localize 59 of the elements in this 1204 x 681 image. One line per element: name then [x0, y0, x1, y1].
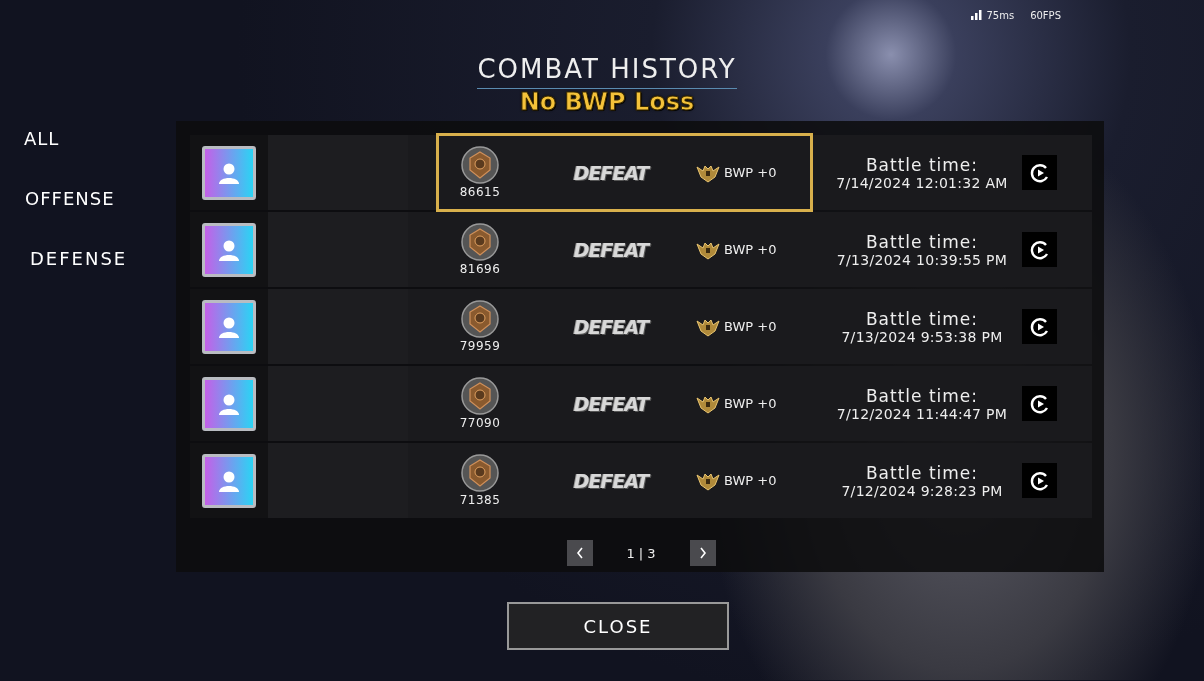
notice-text: No BWP Loss	[519, 87, 695, 117]
replay-icon[interactable]	[1028, 161, 1051, 184]
rank-badge-icon	[461, 377, 499, 415]
result-text: DEFEAT	[572, 161, 652, 184]
replay-icon[interactable]	[1028, 238, 1051, 261]
next-page-button[interactable]	[689, 540, 716, 566]
score-text: 86615	[459, 185, 501, 199]
chevron-left-icon[interactable]	[575, 547, 584, 559]
bwp-text: BWP +0	[724, 396, 777, 411]
close-button[interactable]: CLOSE	[507, 602, 729, 650]
result-text: DEFEAT	[572, 392, 652, 415]
time-label: Battle time:	[865, 385, 979, 406]
result-text: DEFEAT	[572, 238, 652, 261]
score-text: 71385	[459, 493, 501, 507]
avatar-icon	[202, 299, 256, 354]
time-label: Battle time:	[865, 231, 979, 252]
filter-tab[interactable]: ALL	[0, 125, 176, 152]
replay-button[interactable]	[1022, 232, 1057, 267]
avatar-icon	[202, 453, 256, 508]
time-label: Battle time:	[865, 462, 979, 483]
time-value: 7/12/2024 11:44:47 PM	[836, 405, 1008, 422]
avatar-icon	[202, 145, 256, 200]
replay-icon[interactable]	[1028, 469, 1051, 492]
signal-icon	[971, 10, 983, 20]
bwp-text: BWP +0	[724, 242, 777, 257]
rank-badge-icon	[461, 300, 499, 338]
screen-title: COMBAT HISTORY	[477, 54, 737, 89]
replay-icon[interactable]	[1028, 315, 1051, 338]
bwp-text: BWP +0	[724, 319, 777, 334]
replay-button[interactable]	[1022, 309, 1057, 344]
time-label: Battle time:	[865, 154, 979, 175]
result-text: DEFEAT	[572, 315, 652, 338]
replay-icon[interactable]	[1028, 392, 1051, 415]
result-text: DEFEAT	[572, 469, 652, 492]
time-label: Battle time:	[865, 308, 979, 329]
replay-button[interactable]	[1022, 386, 1057, 421]
replay-button[interactable]	[1022, 155, 1057, 190]
filter-tab[interactable]: DEFENSE	[0, 245, 176, 272]
chevron-right-icon[interactable]	[698, 547, 707, 559]
rank-badge-icon	[461, 223, 499, 261]
score-text: 77090	[459, 416, 501, 430]
score-text: 79959	[459, 339, 501, 353]
time-value: 7/12/2024 9:28:23 PM	[841, 482, 1003, 499]
fps-text: 60FPS	[1030, 9, 1061, 21]
ping-text: 75ms	[986, 9, 1015, 21]
time-value: 7/14/2024 12:01:32 AM	[836, 174, 1008, 191]
rank-badge-icon	[461, 146, 499, 184]
previous-page-button[interactable]	[566, 540, 593, 566]
bwp-text: BWP +0	[724, 165, 777, 180]
score-text: 81696	[459, 262, 501, 276]
filter-tab[interactable]: OFFENSE	[0, 185, 176, 212]
bwp-text: BWP +0	[724, 473, 777, 488]
time-value: 7/13/2024 10:39:55 PM	[836, 251, 1008, 268]
time-value: 7/13/2024 9:53:38 PM	[841, 328, 1003, 345]
avatar-icon	[202, 376, 256, 431]
rank-badge-icon	[461, 454, 499, 492]
avatar-icon	[202, 222, 256, 277]
replay-button[interactable]	[1022, 463, 1057, 498]
page-indicator: 1 | 3	[625, 545, 657, 561]
